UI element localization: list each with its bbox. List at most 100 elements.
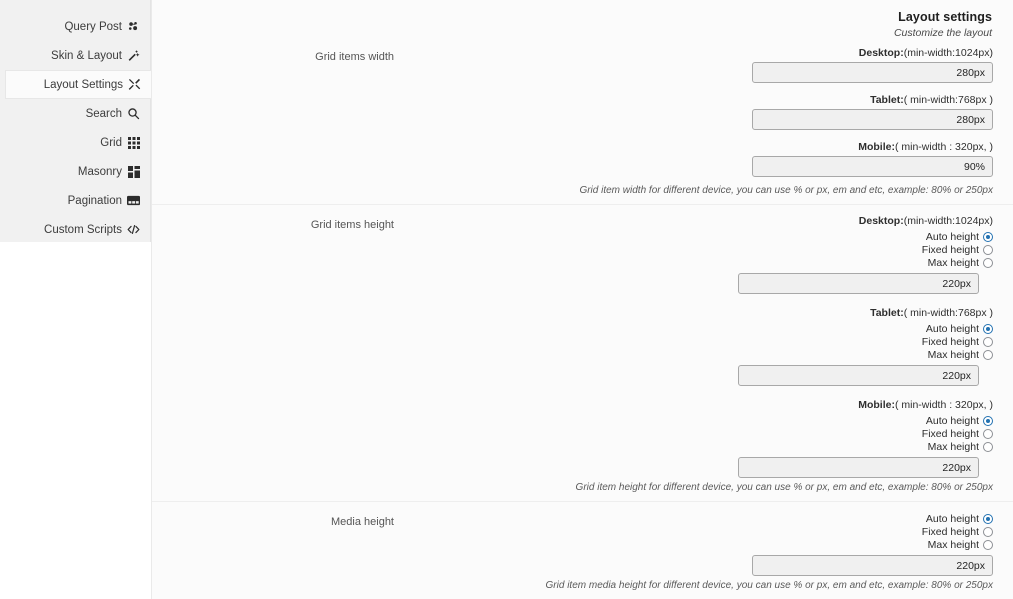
- grid-width-tablet-input[interactable]: [752, 109, 993, 130]
- radio-button[interactable]: [983, 539, 993, 550]
- radio-button[interactable]: [983, 323, 993, 334]
- media-height-helper-text: Grid item media height for different dev…: [545, 580, 993, 591]
- sidebar-item-label: Layout Settings: [43, 78, 123, 91]
- radio-label: Fixed height: [921, 427, 979, 440]
- radio-mobile-max-height[interactable]: Max height: [394, 440, 993, 453]
- section-fields: Auto height Fixed height Max height Grid…: [394, 512, 1013, 591]
- page-title: Layout settings: [898, 10, 992, 24]
- sidebar-item-label: Custom Scripts: [44, 223, 122, 236]
- section-fields: Desktop:(min-width:1024px) Auto height F…: [394, 215, 1013, 493]
- magic-wand-icon: [127, 49, 140, 62]
- radio-label: Max height: [927, 538, 979, 551]
- radio-tablet-auto-height[interactable]: Auto height: [394, 322, 993, 335]
- radio-label: Max height: [927, 440, 979, 453]
- field-group-tablet-width: Tablet:( min-width:768px ): [394, 94, 993, 130]
- grid-height-desktop-radios: Auto height Fixed height Max height: [394, 230, 993, 269]
- radio-label: Auto height: [925, 414, 979, 427]
- sidebar-item-grid[interactable]: Grid: [0, 128, 150, 157]
- grid-height-tablet-radios: Auto height Fixed height Max height: [394, 322, 993, 361]
- radio-desktop-fixed-height[interactable]: Fixed height: [394, 243, 993, 256]
- grid-height-mobile-radios: Auto height Fixed height Max height: [394, 414, 993, 453]
- section-grid-items-width: Grid items width Desktop:(min-width:1024…: [152, 47, 1013, 204]
- field-group-tablet-height: Tablet:( min-width:768px ) Auto height F…: [394, 307, 993, 386]
- device-label-mobile: Mobile:( min-width : 320px, ): [394, 399, 993, 411]
- device-label-mobile-rest: ( min-width : 320px, ): [894, 141, 993, 153]
- device-label-tablet-bold: Tablet:: [870, 307, 904, 319]
- device-label-mobile-bold: Mobile:: [858, 141, 895, 153]
- grid-icon: [127, 136, 140, 149]
- sidebar-item-layout-settings[interactable]: Layout Settings: [5, 70, 151, 99]
- radio-media-fixed-height[interactable]: Fixed height: [394, 525, 993, 538]
- section-label: Grid items width: [315, 51, 394, 63]
- radio-mobile-fixed-height[interactable]: Fixed height: [394, 427, 993, 440]
- radio-button[interactable]: [983, 441, 993, 452]
- device-label-mobile-rest: ( min-width : 320px, ): [894, 399, 993, 411]
- layout-settings-screen: Query Post Skin & Layout Layout Settings…: [0, 0, 1013, 599]
- sidebar-item-label: Search: [85, 107, 122, 120]
- device-label-tablet: Tablet:( min-width:768px ): [394, 94, 993, 106]
- radio-desktop-max-height[interactable]: Max height: [394, 256, 993, 269]
- section-fields: Desktop:(min-width:1024px) Tablet:( min-…: [394, 47, 1013, 196]
- sidebar-item-pagination[interactable]: Pagination: [0, 186, 150, 215]
- device-label-desktop: Desktop:(min-width:1024px): [394, 215, 993, 227]
- device-label-desktop-bold: Desktop:: [858, 47, 904, 59]
- section-media-height: Media height Auto height Fixed height Ma…: [152, 501, 1013, 599]
- search-icon: [127, 107, 140, 120]
- radio-button[interactable]: [983, 526, 993, 537]
- radio-tablet-fixed-height[interactable]: Fixed height: [394, 335, 993, 348]
- section-label: Grid items height: [310, 219, 394, 231]
- radio-desktop-auto-height[interactable]: Auto height: [394, 230, 993, 243]
- device-label-tablet-bold: Tablet:: [870, 94, 904, 106]
- section-grid-items-height: Grid items height Desktop:(min-width:102…: [152, 204, 1013, 501]
- field-group-mobile-height: Mobile:( min-width : 320px, ) Auto heigh…: [394, 399, 993, 478]
- device-label-mobile: Mobile:( min-width : 320px, ): [394, 141, 993, 153]
- sidebar-item-query-post[interactable]: Query Post: [0, 12, 150, 41]
- radio-button[interactable]: [983, 244, 993, 255]
- radio-button[interactable]: [983, 415, 993, 426]
- sidebar-item-label: Grid: [100, 136, 122, 149]
- field-group-desktop-width: Desktop:(min-width:1024px): [394, 47, 993, 83]
- page-subtitle: Customize the layout: [893, 27, 992, 39]
- radio-label: Max height: [927, 348, 979, 361]
- radio-button[interactable]: [983, 349, 993, 360]
- query-post-icon: [127, 20, 140, 33]
- radio-button[interactable]: [983, 231, 993, 242]
- radio-media-auto-height[interactable]: Auto height: [394, 512, 993, 525]
- device-label-desktop-rest: (min-width:1024px): [903, 47, 993, 59]
- radio-button[interactable]: [983, 513, 993, 524]
- radio-label: Auto height: [925, 230, 979, 243]
- sidebar-item-label: Masonry: [77, 165, 122, 178]
- grid-width-helper-text: Grid item width for different device, yo…: [579, 185, 993, 196]
- sidebar-item-search[interactable]: Search: [0, 99, 150, 128]
- radio-button[interactable]: [983, 336, 993, 347]
- device-label-tablet: Tablet:( min-width:768px ): [394, 307, 993, 319]
- sidebar-item-label: Query Post: [64, 20, 122, 33]
- section-label: Media height: [331, 516, 394, 528]
- grid-height-desktop-input[interactable]: [738, 273, 979, 294]
- field-group-mobile-width: Mobile:( min-width : 320px, ): [394, 141, 993, 177]
- radio-button[interactable]: [983, 428, 993, 439]
- device-label-desktop-rest: (min-width:1024px): [903, 215, 993, 227]
- sidebar-item-skin-layout[interactable]: Skin & Layout: [0, 41, 150, 70]
- radio-mobile-auto-height[interactable]: Auto height: [394, 414, 993, 427]
- device-label-mobile-bold: Mobile:: [858, 399, 895, 411]
- grid-width-mobile-input[interactable]: [752, 156, 993, 177]
- radio-tablet-max-height[interactable]: Max height: [394, 348, 993, 361]
- sidebar-item-custom-scripts[interactable]: Custom Scripts: [0, 215, 150, 244]
- grid-height-helper-text: Grid item height for different device, y…: [575, 482, 993, 493]
- radio-media-max-height[interactable]: Max height: [394, 538, 993, 551]
- sidebar-item-masonry[interactable]: Masonry: [0, 157, 150, 186]
- grid-width-desktop-input[interactable]: [752, 62, 993, 83]
- grid-height-mobile-input[interactable]: [738, 457, 979, 478]
- device-label-tablet-rest: ( min-width:768px ): [903, 94, 993, 106]
- panel-header: Layout settings Customize the layout: [152, 0, 1013, 47]
- media-height-input[interactable]: [752, 555, 993, 576]
- grid-height-tablet-input[interactable]: [738, 365, 979, 386]
- settings-main-panel: Layout settings Customize the layout Gri…: [151, 0, 1013, 599]
- pagination-icon: [127, 194, 140, 207]
- radio-button[interactable]: [983, 257, 993, 268]
- tools-icon: [128, 78, 141, 91]
- radio-label: Fixed height: [921, 335, 979, 348]
- media-height-radios: Auto height Fixed height Max height: [394, 512, 993, 551]
- code-icon: [127, 223, 140, 236]
